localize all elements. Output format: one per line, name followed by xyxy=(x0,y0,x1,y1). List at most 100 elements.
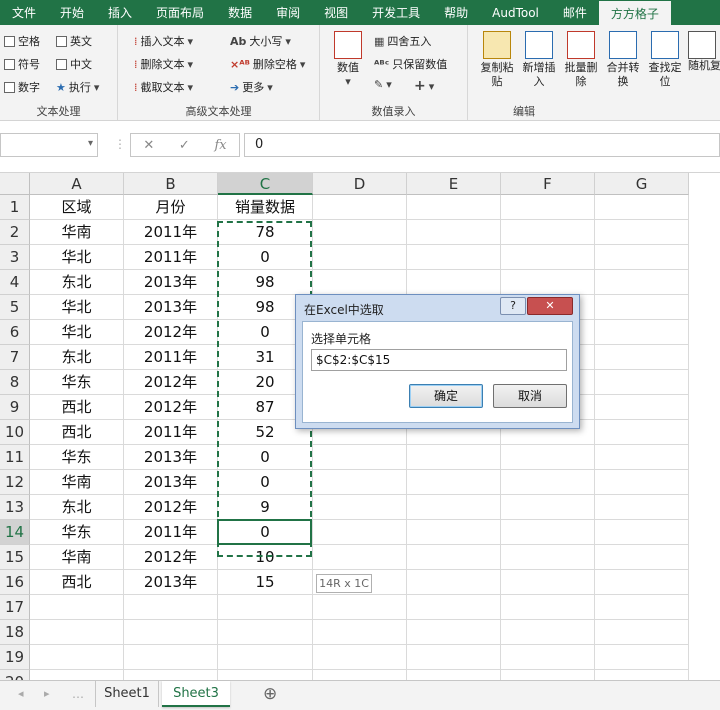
cell-a13[interactable]: 东北 xyxy=(30,495,124,520)
add-sheet-button[interactable]: ⊕ xyxy=(263,684,277,704)
cell-e12[interactable] xyxy=(407,470,501,495)
cell-c15[interactable]: 10 xyxy=(218,545,313,570)
cell-d1[interactable] xyxy=(313,195,407,220)
cell-a15[interactable]: 华南 xyxy=(30,545,124,570)
cell-c1[interactable]: 销量数据 xyxy=(218,195,313,220)
cell-f3[interactable] xyxy=(501,245,595,270)
numeric-button[interactable]: 数值 ▾ xyxy=(328,31,368,89)
cell-a4[interactable]: 东北 xyxy=(30,270,124,295)
row-header[interactable]: 3 xyxy=(0,245,30,270)
cell-b1[interactable]: 月份 xyxy=(124,195,218,220)
cell-d19[interactable] xyxy=(313,645,407,670)
cell-d2[interactable] xyxy=(313,220,407,245)
ribbon-tab[interactable]: 数据 xyxy=(216,0,264,25)
cell-c2[interactable]: 78 xyxy=(218,220,313,245)
row-header[interactable]: 1 xyxy=(0,195,30,220)
cell-a9[interactable]: 西北 xyxy=(30,395,124,420)
ribbon-tab[interactable]: 开始 xyxy=(48,0,96,25)
range-input[interactable]: $C$2:$C$15 xyxy=(311,349,567,371)
cell-e13[interactable] xyxy=(407,495,501,520)
column-header-f[interactable]: F xyxy=(501,173,595,195)
cell-c3[interactable]: 0 xyxy=(218,245,313,270)
cell-b5[interactable]: 2013年 xyxy=(124,295,218,320)
cell-d12[interactable] xyxy=(313,470,407,495)
cell-e17[interactable] xyxy=(407,595,501,620)
cell-d13[interactable] xyxy=(313,495,407,520)
extract-text-button[interactable]: ⁞ 截取文本 ▾ xyxy=(134,79,193,95)
ribbon-tab[interactable]: 视图 xyxy=(312,0,360,25)
cell-b4[interactable]: 2013年 xyxy=(124,270,218,295)
ribbon-tab[interactable]: 邮件 xyxy=(551,0,599,25)
cell-d3[interactable] xyxy=(313,245,407,270)
dialog-help-button[interactable]: ? xyxy=(500,297,526,315)
cell-g17[interactable] xyxy=(595,595,689,620)
cell-e20[interactable] xyxy=(407,670,501,680)
row-header[interactable]: 5 xyxy=(0,295,30,320)
row-header[interactable]: 15 xyxy=(0,545,30,570)
check-space[interactable]: 空格 xyxy=(4,33,40,49)
row-header[interactable]: 8 xyxy=(0,370,30,395)
row-header[interactable]: 11 xyxy=(0,445,30,470)
more-sheets-icon[interactable]: … xyxy=(72,687,84,701)
cell-c18[interactable] xyxy=(218,620,313,645)
copy-paste-button[interactable]: 复制粘贴 xyxy=(476,31,518,89)
cell-b19[interactable] xyxy=(124,645,218,670)
cell-g9[interactable] xyxy=(595,395,689,420)
row-header[interactable]: 19 xyxy=(0,645,30,670)
delete-text-button[interactable]: ⁞ 删除文本 ▾ xyxy=(134,56,193,72)
cell-b17[interactable] xyxy=(124,595,218,620)
cell-f19[interactable] xyxy=(501,645,595,670)
cell-c16[interactable]: 15 xyxy=(218,570,313,595)
cell-a6[interactable]: 华北 xyxy=(30,320,124,345)
cell-f18[interactable] xyxy=(501,620,595,645)
cell-e18[interactable] xyxy=(407,620,501,645)
cell-g8[interactable] xyxy=(595,370,689,395)
name-box[interactable]: ▾ xyxy=(0,133,98,157)
cell-f15[interactable] xyxy=(501,545,595,570)
cell-f12[interactable] xyxy=(501,470,595,495)
column-header-e[interactable]: E xyxy=(407,173,501,195)
cell-f4[interactable] xyxy=(501,270,595,295)
check-number[interactable]: 数字 xyxy=(4,79,40,95)
cell-c13[interactable]: 9 xyxy=(218,495,313,520)
cell-c14[interactable]: 0 xyxy=(218,520,313,545)
cell-g15[interactable] xyxy=(595,545,689,570)
cell-b20[interactable] xyxy=(124,670,218,680)
cell-a17[interactable] xyxy=(30,595,124,620)
cell-d20[interactable] xyxy=(313,670,407,680)
cancel-formula-button[interactable]: ✕ xyxy=(143,138,154,153)
row-header[interactable]: 14 xyxy=(0,520,30,545)
insert-text-button[interactable]: ⁞ 插入文本 ▾ xyxy=(134,33,193,49)
row-header[interactable]: 12 xyxy=(0,470,30,495)
cell-a5[interactable]: 华北 xyxy=(30,295,124,320)
cell-b10[interactable]: 2011年 xyxy=(124,420,218,445)
cell-f1[interactable] xyxy=(501,195,595,220)
ribbon-tab[interactable]: 帮助 xyxy=(432,0,480,25)
sheet-tab-sheet1[interactable]: Sheet1 xyxy=(95,681,159,707)
cell-g16[interactable] xyxy=(595,570,689,595)
cell-b6[interactable]: 2012年 xyxy=(124,320,218,345)
check-chinese[interactable]: 中文 xyxy=(56,56,92,72)
column-header-g[interactable]: G xyxy=(595,173,689,195)
sheet-tab-sheet3[interactable]: Sheet3 xyxy=(162,681,230,707)
cell-d17[interactable] xyxy=(313,595,407,620)
row-header[interactable]: 2 xyxy=(0,220,30,245)
cell-c20[interactable] xyxy=(218,670,313,680)
row-header[interactable]: 7 xyxy=(0,345,30,370)
random-button[interactable]: 随机复 xyxy=(688,31,720,73)
cell-a20[interactable] xyxy=(30,670,124,680)
cell-g3[interactable] xyxy=(595,245,689,270)
column-header-d[interactable]: D xyxy=(313,173,407,195)
cell-b13[interactable]: 2012年 xyxy=(124,495,218,520)
cell-e19[interactable] xyxy=(407,645,501,670)
more-button[interactable]: ➔ 更多 ▾ xyxy=(230,79,273,95)
scroll-left-icon[interactable]: ◂ xyxy=(18,687,24,700)
cell-e14[interactable] xyxy=(407,520,501,545)
cell-g11[interactable] xyxy=(595,445,689,470)
ribbon-tab[interactable]: AudTool xyxy=(480,0,551,25)
row-header[interactable]: 6 xyxy=(0,320,30,345)
cell-d18[interactable] xyxy=(313,620,407,645)
cell-f16[interactable] xyxy=(501,570,595,595)
cell-a18[interactable] xyxy=(30,620,124,645)
cell-b18[interactable] xyxy=(124,620,218,645)
